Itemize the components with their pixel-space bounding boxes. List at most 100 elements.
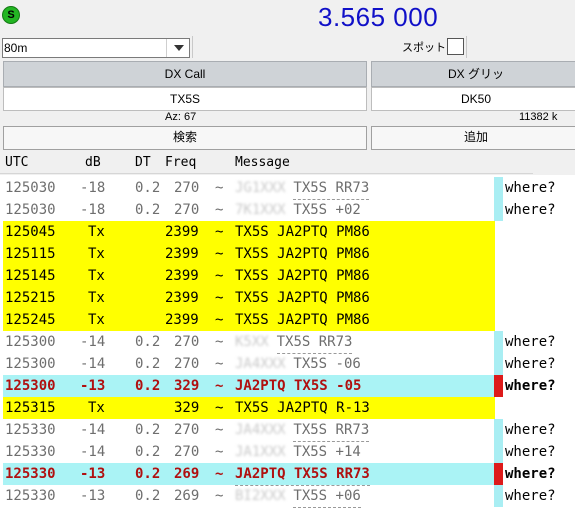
- log-cell-pre: K5XX: [235, 334, 269, 350]
- log-cell-pre: JA4XXX: [235, 356, 286, 372]
- log-cell-freq: 270: [174, 356, 200, 372]
- column-header-db: dB: [85, 155, 101, 170]
- lookup-button[interactable]: 検索: [3, 126, 367, 150]
- status-bar: [494, 177, 503, 199]
- log-row[interactable]: 125030 -18 0.2 270 ~7K1XXX TX5S +02 where?: [0, 199, 575, 222]
- log-cell-db: Tx: [88, 224, 105, 240]
- log-cell-utc: 125145: [5, 268, 56, 284]
- column-header-utc: UTC: [5, 155, 29, 170]
- log-cell-where: where?: [505, 202, 556, 218]
- log-cell-dt: 0.2: [135, 466, 161, 482]
- log-cell-msg: JA2PTQ TX5S RR73: [235, 463, 370, 486]
- log-cell-db: -13: [80, 378, 106, 394]
- dx-grid-header: DX グリッ: [371, 61, 575, 87]
- decode-log[interactable]: 125030 -18 0.2 270 ~ JG1XXX TX5S RR73 where? 125…: [0, 175, 575, 510]
- log-cell-pre: JA4XXX: [235, 422, 286, 438]
- log-cell-msg: TX5S -06: [293, 353, 361, 376]
- log-cell-freq: 329: [174, 400, 200, 416]
- log-cell-db: -14: [80, 334, 106, 350]
- log-row[interactable]: 125145 Tx 2399 ~ TX5S JA2PTQ PM86: [0, 265, 575, 287]
- log-cell-sep: ~: [215, 466, 224, 482]
- log-cell-msg: TX5S +14: [293, 441, 361, 464]
- log-cell-utc: 125300: [5, 334, 56, 350]
- log-cell-msg: TX5S +02: [293, 199, 361, 222]
- log-cell-utc: 125330: [5, 488, 56, 504]
- log-cell-utc: 125030: [5, 180, 56, 196]
- log-cell-utc: 125300: [5, 378, 56, 394]
- log-row[interactable]: 125330 -14 0.2 270 ~ JA4XXX TX5S RR73 where?: [0, 419, 575, 442]
- log-cell-db: -14: [80, 422, 106, 438]
- log-cell-sep: ~: [215, 246, 224, 262]
- log-cell-db: -14: [80, 356, 106, 372]
- log-row[interactable]: 125115 Tx 2399 ~ TX5S JA2PTQ PM86: [0, 243, 575, 265]
- log-row[interactable]: 125300 -13 0.2 329 ~ JA2PTQ TX5S -05 where?: [0, 375, 575, 397]
- log-cell-msg: TX5S RR73: [276, 331, 353, 354]
- spot-label: スポット: [402, 42, 446, 54]
- log-cell-sep: ~: [215, 312, 224, 328]
- distance-readout: 11382 k: [519, 111, 558, 123]
- log-cell-where: where?: [505, 378, 556, 394]
- log-cell-sep: ~: [215, 334, 224, 350]
- dx-call-input[interactable]: TX5S: [3, 87, 367, 111]
- log-cell-where: where?: [505, 334, 556, 350]
- log-cell-pre: JA1XXX: [235, 444, 286, 460]
- add-button[interactable]: 追加: [371, 126, 575, 150]
- log-row[interactable]: 125030 -18 0.2 270 ~ JG1XXX TX5S RR73 where?: [0, 177, 575, 200]
- log-row[interactable]: 125315 Tx 329 ~ TX5S JA2PTQ R-13: [0, 397, 575, 419]
- divider: [192, 36, 193, 58]
- log-cell-freq: 2399: [165, 290, 199, 306]
- log-cell-msg: TX5S JA2PTQ PM86: [235, 268, 370, 284]
- log-row[interactable]: 125045 Tx 2399 ~ TX5S JA2PTQ PM86: [0, 221, 575, 243]
- log-cell-where: where?: [505, 356, 556, 372]
- top-bar: [0, 0, 575, 34]
- column-header-message: Message: [235, 155, 290, 170]
- frequency-display: 3.565 000: [318, 2, 439, 32]
- log-cell-utc: 125030: [5, 202, 56, 218]
- status-indicator-icon: S: [2, 6, 20, 24]
- log-cell-utc: 125330: [5, 466, 56, 482]
- log-cell-db: -13: [80, 488, 106, 504]
- log-row[interactable]: 125245 Tx 2399 ~ TX5S JA2PTQ PM86: [0, 309, 575, 331]
- log-cell-db: Tx: [88, 312, 105, 328]
- band-select[interactable]: [2, 38, 190, 58]
- log-cell-freq: 269: [174, 466, 200, 482]
- log-cell-utc: 125045: [5, 224, 56, 240]
- log-cell-msg: TX5S JA2PTQ PM86: [235, 290, 370, 306]
- column-header-freq: Freq: [165, 155, 197, 170]
- log-cell-freq: 270: [174, 444, 200, 460]
- log-cell-dt: 0.2: [135, 356, 161, 372]
- azimuth-readout: Az: 67: [165, 111, 197, 123]
- log-cell-freq: 270: [174, 202, 200, 218]
- dx-grid-input[interactable]: DK50: [371, 87, 575, 111]
- log-cell-msg: TX5S RR73: [293, 419, 370, 442]
- log-cell-utc: 125330: [5, 422, 56, 438]
- log-row[interactable]: 125330 -14 0.2 270 ~ JA1XXX TX5S +14 where?: [0, 441, 575, 464]
- column-header-dt: DT: [135, 155, 151, 170]
- spot-checkbox[interactable]: [447, 38, 464, 55]
- log-cell-utc: 125330: [5, 444, 56, 460]
- log-cell-where: where?: [505, 422, 556, 438]
- chevron-down-icon[interactable]: [166, 39, 189, 57]
- log-row[interactable]: 125330 -13 0.2 269 ~ BI2XXX TX5S +06 where?: [0, 485, 575, 508]
- log-cell-dt: 0.2: [135, 202, 161, 218]
- log-cell-where: where?: [505, 488, 556, 504]
- log-row[interactable]: 125330 -13 0.2 269 ~ JA2PTQ TX5S RR73 where?: [0, 463, 575, 486]
- log-row[interactable]: 125300 -14 0.2 270 ~ K5XX TX5S RR73 where?: [0, 331, 575, 354]
- log-cell-dt: 0.2: [135, 180, 161, 196]
- log-cell-sep: ~: [215, 378, 224, 394]
- dx-call-header: DX Call: [3, 61, 367, 87]
- log-cell-dt: 0.2: [135, 422, 161, 438]
- log-cell-sep: ~: [215, 488, 224, 504]
- log-cell-db: Tx: [88, 290, 105, 306]
- log-row[interactable]: 125300 -14 0.2 270 ~ JA4XXX TX5S -06 where?: [0, 353, 575, 376]
- log-cell-pre: 7K1XXX: [235, 202, 286, 218]
- log-cell-msg: TX5S JA2PTQ R-13: [235, 400, 370, 416]
- log-cell-db: Tx: [88, 246, 105, 262]
- log-cell-sep: ~: [215, 422, 224, 438]
- status-bar: [494, 375, 503, 397]
- log-cell-db: Tx: [88, 268, 105, 284]
- log-cell-msg: TX5S JA2PTQ PM86: [235, 246, 370, 262]
- log-row[interactable]: 125215 Tx 2399 ~ TX5S JA2PTQ PM86: [0, 287, 575, 309]
- log-cell-db: -18: [80, 202, 106, 218]
- status-bar: [494, 199, 503, 221]
